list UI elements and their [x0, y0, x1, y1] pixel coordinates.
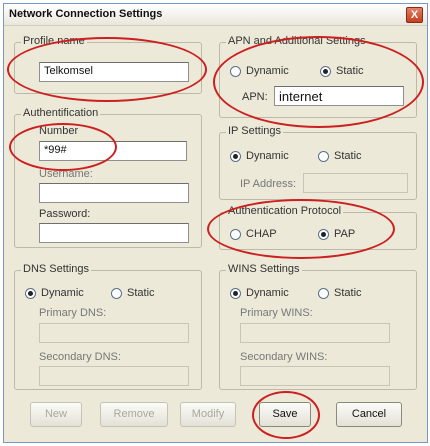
radio-dot-selected-icon — [318, 228, 329, 240]
save-button[interactable]: Save — [259, 402, 311, 427]
new-button[interactable]: New — [30, 402, 82, 427]
wins-settings-legend: WINS Settings — [226, 263, 302, 275]
auth-protocol-group: Authentication Protocol CHAP PAP — [219, 205, 417, 250]
close-icon[interactable]: X — [406, 7, 423, 23]
number-input[interactable]: *99# — [39, 141, 187, 161]
dns-dynamic-radio[interactable]: Dynamic — [25, 287, 84, 299]
radio-dot-icon — [318, 150, 329, 162]
radio-dot-selected-icon — [25, 287, 36, 299]
apn-settings-legend: APN and Additional Settings — [226, 35, 368, 47]
secondary-dns-label: Secondary DNS: — [39, 351, 121, 363]
ip-dynamic-radio[interactable]: Dynamic — [230, 150, 289, 162]
radio-dot-icon — [318, 287, 329, 299]
ip-address-input[interactable] — [303, 173, 408, 193]
primary-dns-input[interactable] — [39, 323, 189, 343]
radio-dot-icon — [230, 65, 241, 77]
wins-dynamic-radio[interactable]: Dynamic — [230, 287, 289, 299]
username-input[interactable] — [39, 183, 189, 203]
wins-settings-group: WINS Settings Dynamic Static Primary WIN… — [219, 263, 417, 390]
radio-dot-selected-icon — [230, 287, 241, 299]
number-label: Number — [39, 125, 79, 137]
network-connection-settings-dialog: Network Connection Settings X Profile na… — [3, 3, 428, 443]
radio-dot-icon — [111, 287, 122, 299]
password-label: Password: — [39, 208, 91, 220]
modify-button[interactable]: Modify — [180, 402, 236, 427]
apn-static-radio[interactable]: Static — [320, 65, 364, 77]
ip-static-radio[interactable]: Static — [318, 150, 362, 162]
dns-settings-legend: DNS Settings — [21, 263, 92, 275]
primary-dns-label: Primary DNS: — [39, 307, 107, 319]
chap-radio[interactable]: CHAP — [230, 228, 277, 240]
auth-protocol-legend: Authentication Protocol — [226, 205, 344, 217]
apn-label: APN: — [242, 91, 268, 103]
ip-address-label: IP Address: — [240, 178, 297, 190]
username-label: Username: — [39, 168, 93, 180]
dns-static-radio[interactable]: Static — [111, 287, 155, 299]
apn-settings-group: APN and Additional Settings Dynamic Stat… — [219, 35, 417, 118]
remove-button[interactable]: Remove — [100, 402, 168, 427]
radio-dot-selected-icon — [320, 65, 331, 77]
password-input[interactable] — [39, 223, 189, 243]
ip-settings-legend: IP Settings — [226, 125, 283, 137]
dns-settings-group: DNS Settings Dynamic Static Primary DNS:… — [14, 263, 202, 390]
ip-settings-group: IP Settings Dynamic Static IP Address: — [219, 125, 417, 200]
profile-name-input[interactable]: Telkomsel — [39, 62, 189, 82]
secondary-wins-label: Secondary WINS: — [240, 351, 328, 363]
authentification-legend: Authentification — [21, 107, 101, 119]
secondary-dns-input[interactable] — [39, 366, 189, 386]
primary-wins-input[interactable] — [240, 323, 390, 343]
apn-input[interactable]: internet — [274, 86, 404, 106]
radio-dot-icon — [230, 228, 241, 240]
primary-wins-label: Primary WINS: — [240, 307, 313, 319]
title-bar: Network Connection Settings X — [4, 4, 427, 26]
secondary-wins-input[interactable] — [240, 366, 390, 386]
window-title: Network Connection Settings — [9, 8, 163, 20]
profile-name-legend: Profile name — [21, 35, 87, 47]
radio-dot-selected-icon — [230, 150, 241, 162]
wins-static-radio[interactable]: Static — [318, 287, 362, 299]
pap-radio[interactable]: PAP — [318, 228, 355, 240]
profile-name-group: Profile name Telkomsel — [14, 35, 202, 94]
authentification-group: Authentification Number *99# Username: P… — [14, 107, 202, 248]
cancel-button[interactable]: Cancel — [336, 402, 402, 427]
apn-dynamic-radio[interactable]: Dynamic — [230, 65, 289, 77]
